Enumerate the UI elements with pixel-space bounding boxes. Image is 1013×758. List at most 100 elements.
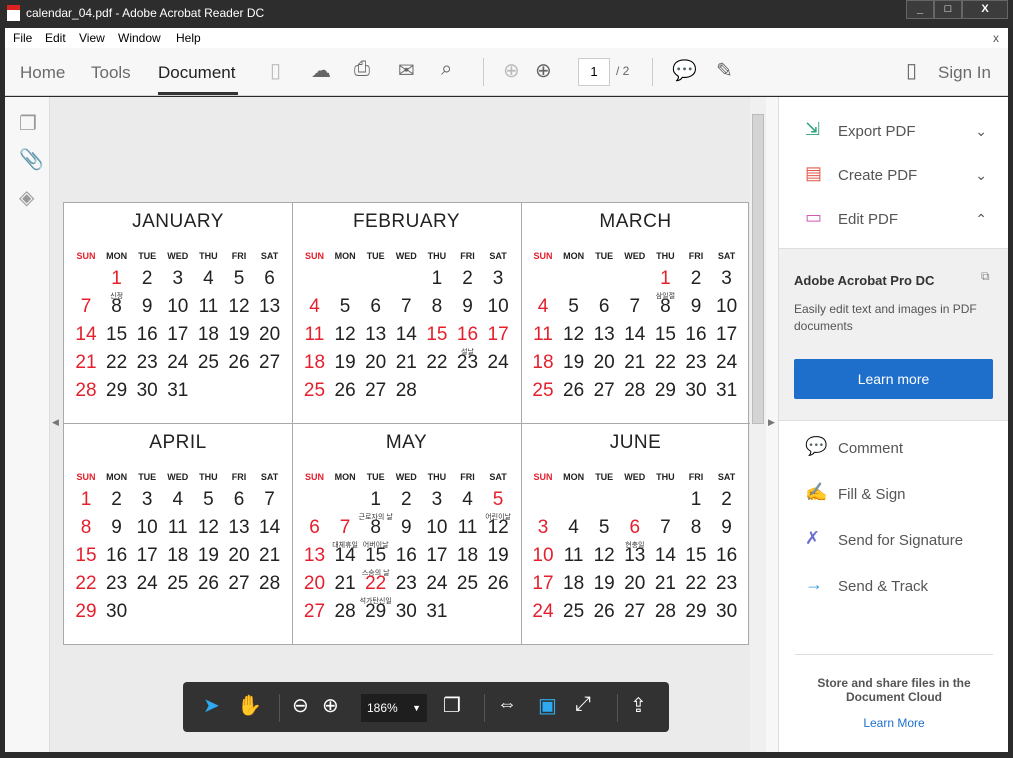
calendar-day: 14 [334,545,356,566]
tab-tools[interactable]: Tools [91,63,131,83]
previous-page-icon[interactable]: ⊕ [503,58,520,83]
save-icon[interactable]: ▯ [270,58,281,83]
email-icon[interactable]: ✉ [398,58,415,83]
calendar-day: 2 [401,489,412,510]
calendar-day: 25 [167,573,189,594]
calendar-day: 25 [456,573,479,594]
page-display-icon[interactable]: ❐ [443,693,461,718]
print-icon[interactable]: ⎙ [354,58,370,81]
tool-send-for-signature[interactable]: ✗ Send for Signature [779,528,1009,558]
page-thumbnails-icon[interactable]: ❐ [19,111,37,136]
expand-right-arrow[interactable]: ▶ [768,417,775,428]
calendar-day: 29 [685,601,707,622]
tool-edit-pdf[interactable]: ▭ Edit PDF ⌃ [779,207,1009,237]
close-document-button[interactable]: x [993,31,999,45]
calendar-day: 6 [598,296,610,317]
upload-cloud-icon[interactable]: ☁ [311,58,331,83]
calendar-day: 14 [624,324,646,345]
pane-splitter[interactable]: ▶ [766,97,778,752]
calendar-day: 1 [660,268,671,289]
weekday-header: WED [624,472,646,482]
month-name: FEBRUARY [352,211,461,232]
menu-help[interactable]: Help [176,31,201,45]
chevron-down-icon[interactable]: ⌄ [975,167,987,184]
cloud-learn-more-link[interactable]: Learn More [779,716,1009,730]
select-cursor-icon[interactable]: ➤ [203,693,220,718]
next-page-icon[interactable]: ⊕ [535,58,552,83]
calendar-day: 30 [716,601,738,622]
collapse-left-arrow[interactable]: ◀ [52,417,59,428]
tool-fill-sign[interactable]: ✍ Fill & Sign [779,482,1009,512]
chevron-up-icon[interactable]: ⌃ [975,211,987,228]
calendar-day: 17 [487,324,509,345]
calendar-day: 5 [203,489,214,510]
calendar-day: 2 [721,489,732,510]
calendar-day: 18 [197,324,219,345]
search-icon[interactable]: ⌕ [441,58,452,81]
sign-in-button[interactable]: Sign In [938,63,991,83]
calendar-day: 25 [563,601,585,622]
full-screen-icon[interactable]: ⤢ [575,693,591,716]
weekday-header: WED [624,251,646,261]
zoom-in-icon[interactable]: ⊕ [322,693,339,718]
calendar-day: 12 [334,324,356,345]
calendar-day: 12 [487,517,509,538]
share-upload-icon[interactable]: ⇪ [630,693,647,718]
tool-export-pdf[interactable]: ⇲ Export PDF ⌄ [779,119,1009,149]
calendar-day: 28 [259,573,281,594]
fill-sign-icon: ✍ [805,482,828,502]
send-track-icon: → [805,574,823,594]
calendar-day: 15 [75,545,97,566]
calendar-day: 6 [233,489,245,510]
tool-send-track[interactable]: → Send & Track [779,574,1009,604]
calendar-day: 25 [303,380,326,401]
tool-create-pdf[interactable]: ▤ Create PDF ⌄ [779,163,1009,193]
tab-home[interactable]: Home [20,63,65,83]
zoom-level-dropdown[interactable]: 186% ▼ [361,694,427,722]
calendar-day: 24 [532,601,554,622]
menu-view[interactable]: View [79,31,105,45]
calendar-day: 29 [75,601,97,622]
fit-page-icon[interactable]: ▣ [538,693,557,718]
calendar-day: 12 [197,517,219,538]
calendar-day: 18 [563,573,585,594]
comment-icon[interactable]: 💬 [672,58,697,83]
maximize-button[interactable]: □ [934,0,962,19]
mobile-icon[interactable]: ▯ [906,58,917,83]
month-name: JANUARY [132,211,224,232]
calendar-day: 14 [654,545,676,566]
weekday-header: FRI [460,251,475,261]
zoom-out-icon[interactable]: ⊖ [292,693,309,718]
learn-more-button[interactable]: Learn more [794,359,993,399]
fit-width-icon[interactable]: ⇔ [497,693,517,716]
calendar-day: 10 [426,517,448,538]
minimize-button[interactable]: _ [906,0,934,19]
menu-window[interactable]: Window [118,31,161,45]
calendar-day: 29 [106,380,128,401]
tab-document[interactable]: Document [158,63,235,83]
attachments-icon[interactable]: 📎 [19,147,44,172]
scrollbar-thumb[interactable] [752,114,764,424]
calendar-day: 21 [654,573,676,594]
layers-icon[interactable]: ◈ [19,185,34,210]
calendar-day: 7 [401,296,412,317]
weekday-header: SUN [304,251,324,261]
create-pdf-icon: ▤ [805,163,823,183]
weekday-header: MON [106,472,128,482]
calendar-day: 6 [370,296,381,317]
highlight-pen-icon[interactable]: ✎ [716,58,733,83]
calendar-day: 24 [167,352,189,373]
menu-edit[interactable]: Edit [45,31,66,45]
chevron-down-icon[interactable]: ⌄ [975,123,987,140]
tool-comment[interactable]: 💬 Comment [779,436,1009,466]
send-signature-icon: ✗ [805,528,821,548]
menu-file[interactable]: File [13,31,32,45]
calendar-day: 12 [563,324,585,345]
calendar-day: 30 [106,601,128,622]
calendar-day: 14 [395,324,417,345]
hand-tool-icon[interactable]: ✋ [237,693,262,718]
page-number-input[interactable]: 1 [578,58,610,86]
weekday-header: THU [199,472,218,482]
weekday-header: WED [167,251,189,261]
close-button[interactable]: X [962,0,1008,19]
